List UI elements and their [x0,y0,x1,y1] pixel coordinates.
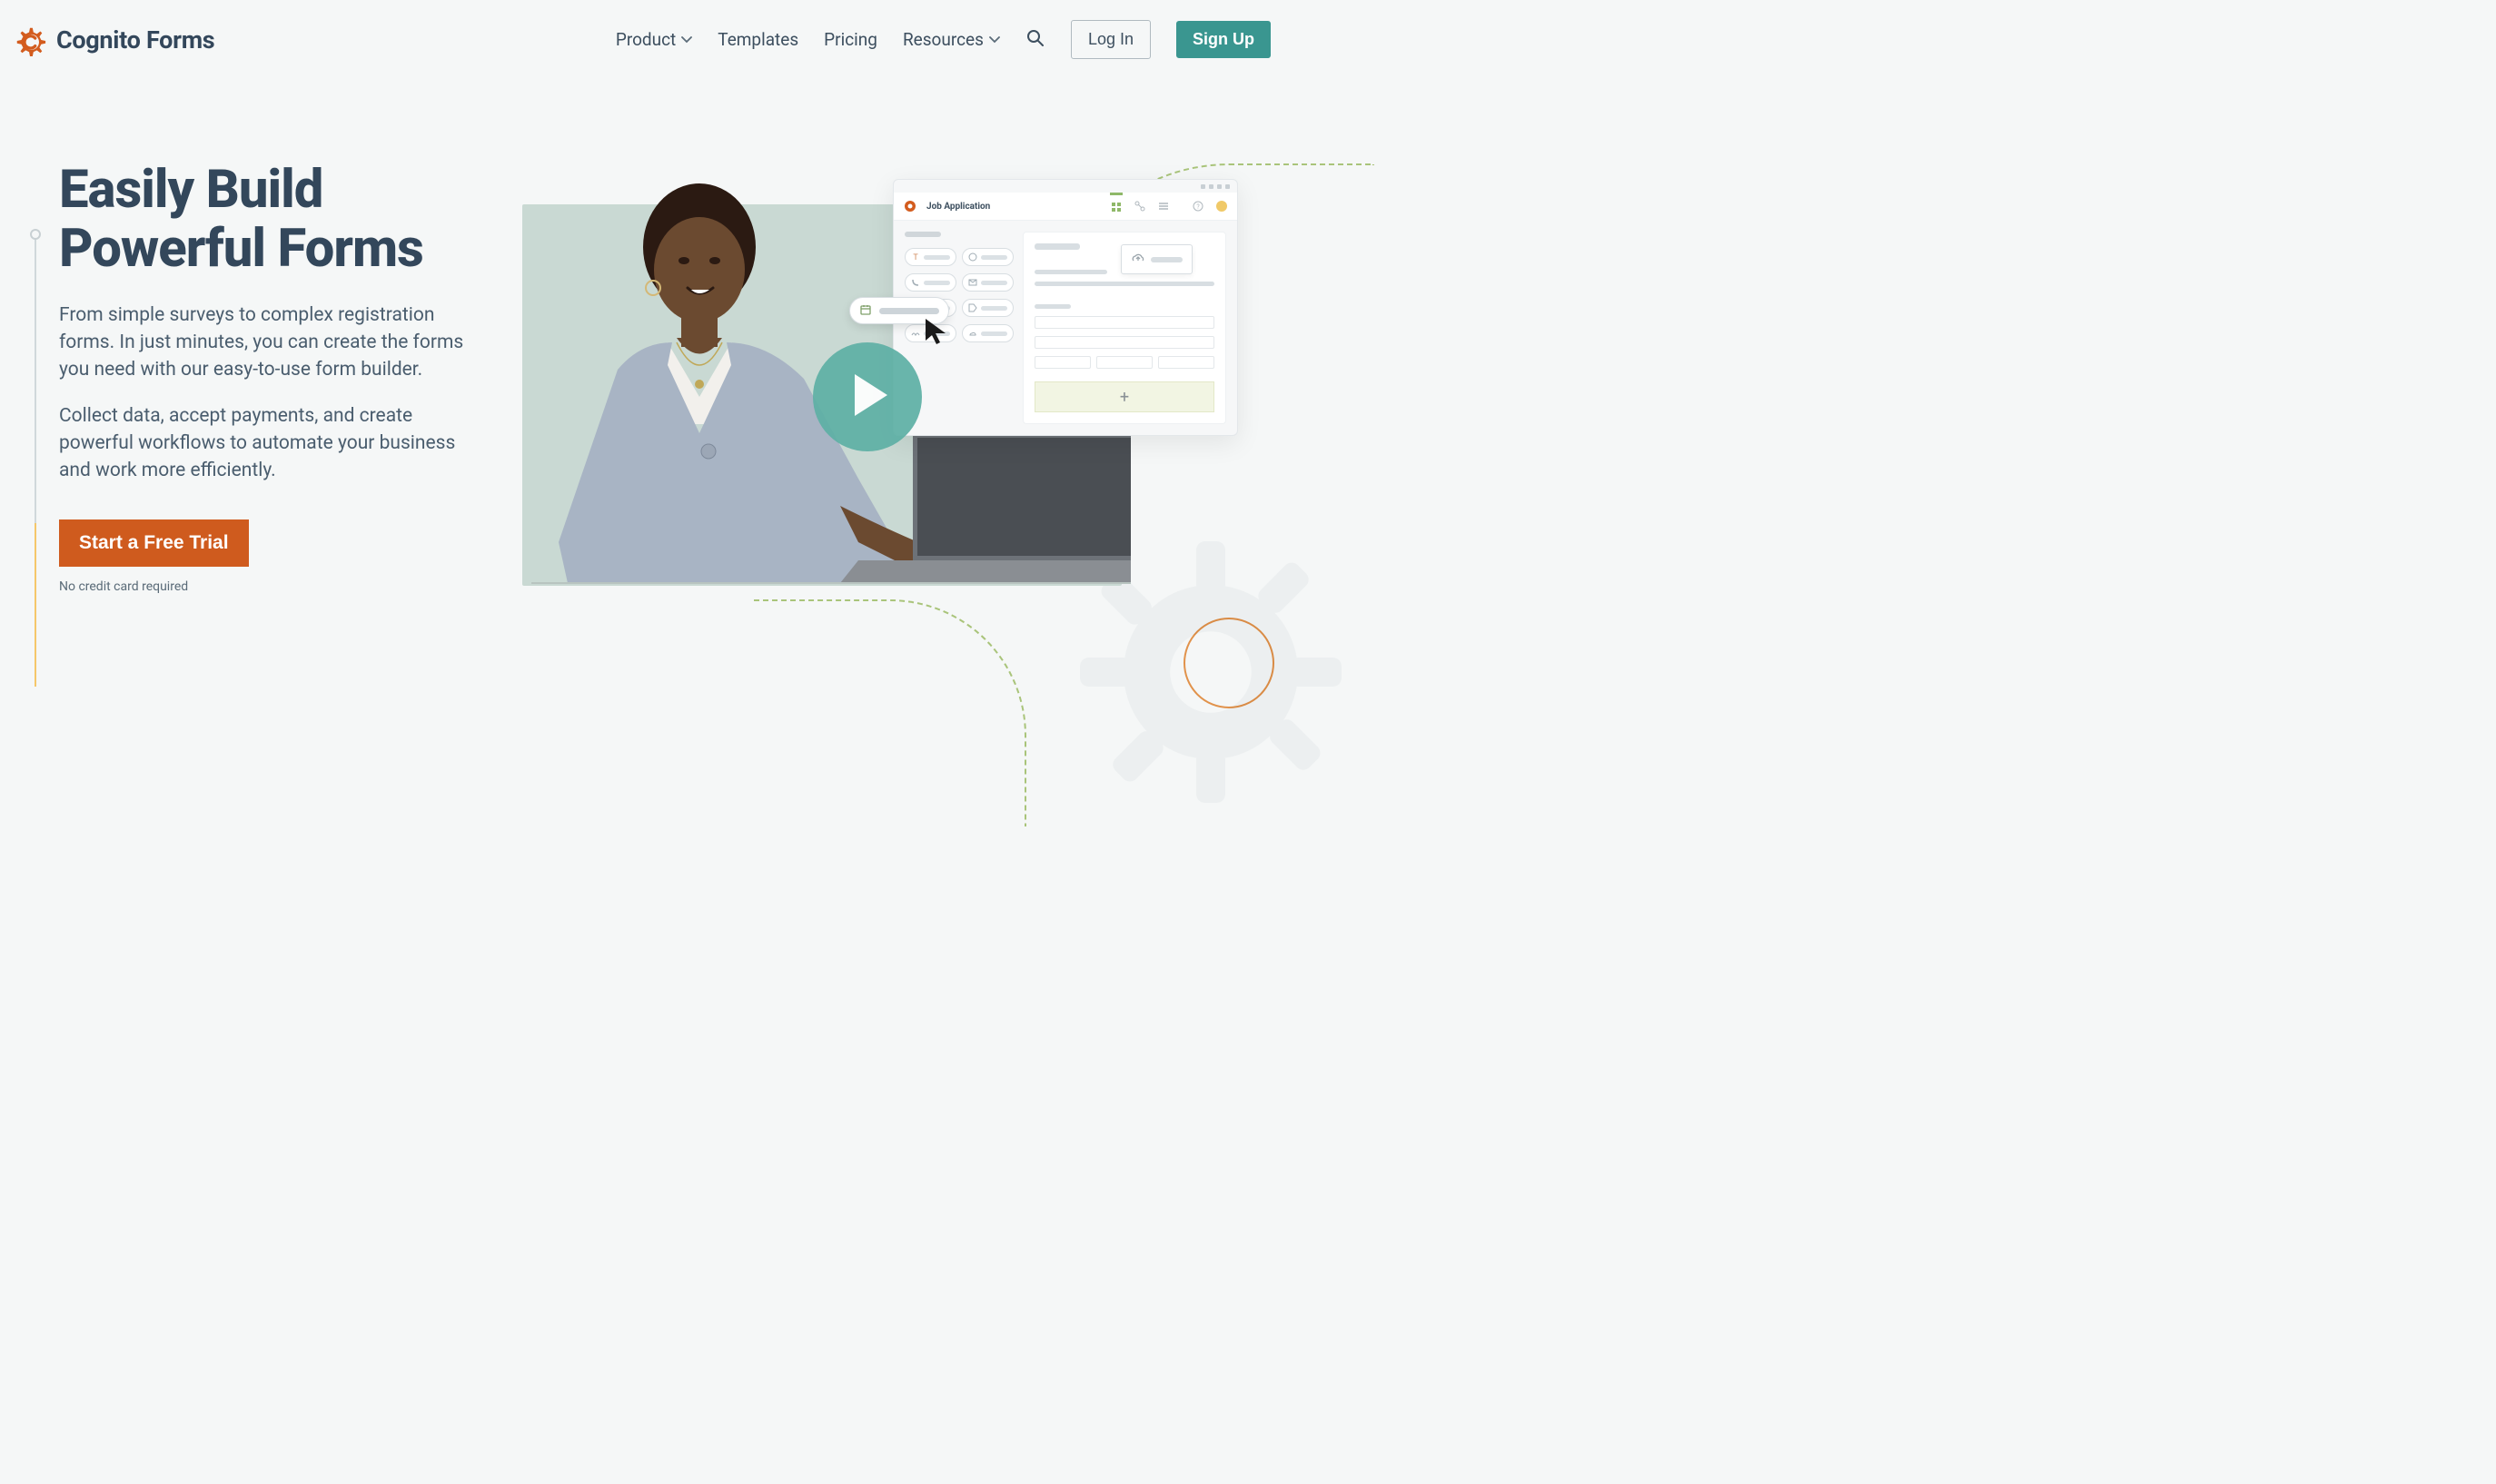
login-button[interactable]: Log In [1071,20,1151,59]
search-button[interactable] [1025,30,1045,50]
canvas-input-placeholder [1035,316,1214,329]
nav-resources[interactable]: Resources [903,29,1000,50]
hero-paragraph-1: From simple surveys to complex registrat… [59,302,486,383]
hero-title-line1: Easily Build [59,159,322,221]
phone-field-pill [905,273,956,292]
decorative-circle [1184,618,1274,708]
workflow-icon [1134,200,1146,213]
brand-name: Cognito Forms [56,25,214,54]
window-control-icon [1201,184,1205,189]
search-icon [1026,29,1045,51]
canvas-placeholder-label [1035,304,1071,309]
hero-title-line2: Powerful Forms [59,218,423,280]
cloud-icon [968,329,977,338]
canvas-input-placeholder [1096,356,1153,369]
emoji-field-pill [962,248,1014,266]
canvas-input-placeholder [1158,356,1214,369]
nav-resources-label: Resources [903,29,984,50]
cloud-upload-icon [1131,251,1145,268]
start-trial-button[interactable]: Start a Free Trial [59,519,249,567]
window-control-icon [1225,184,1230,189]
hero-section: Easily Build Powerful Forms From simple … [0,79,1283,597]
gear-icon [903,199,917,213]
canvas-placeholder-line [1035,282,1214,286]
nav-templates-label: Templates [718,29,798,50]
cursor-icon [922,315,955,348]
tag-icon [968,303,977,312]
tag-field-pill [962,299,1014,317]
hero-title: Easily Build Powerful Forms [59,161,486,279]
canvas-placeholder-line [1035,243,1080,250]
nav-templates[interactable]: Templates [718,29,798,50]
decorative-dashed-arc [754,599,1026,826]
mockup-form-title: Job Application [926,202,1101,212]
canvas-placeholder-line [1035,270,1107,274]
mail-icon [968,278,977,287]
hero-content: Easily Build Powerful Forms From simple … [59,161,486,597]
nav-product-label: Product [616,29,676,50]
phone-icon [911,278,920,287]
signup-button[interactable]: Sign Up [1176,21,1271,58]
pill-placeholder-line [879,308,939,314]
upload-placeholder-line [1151,257,1183,262]
window-control-icon [1209,184,1213,189]
canvas-input-placeholder [1035,336,1214,349]
trial-note: No credit card required [59,579,486,594]
face-icon [968,252,977,262]
main-nav: Product Templates Pricing Resources Log … [616,20,1271,59]
window-control-icon [1217,184,1222,189]
entries-icon [1157,200,1170,213]
text-field-pill: T [905,248,956,266]
calendar-icon [859,302,872,320]
upload-card [1121,244,1193,274]
palette-heading [905,232,941,237]
chevron-down-icon [681,35,692,45]
mockup-toolbar: Job Application ? [894,193,1237,221]
avatar-icon [1215,200,1228,213]
build-tab-icon [1110,193,1123,214]
mockup-window-controls [894,180,1237,193]
chevron-down-icon [989,35,1000,45]
add-field-button: + [1035,381,1214,412]
signature-icon [911,329,920,338]
svg-text:?: ? [1196,203,1200,211]
help-icon: ? [1192,200,1204,213]
play-video-button[interactable] [813,342,922,451]
play-icon [844,372,891,421]
canvas-input-placeholder [1035,356,1091,369]
nav-pricing[interactable]: Pricing [824,29,877,50]
text-icon: T [911,252,920,262]
svg-text:T: T [913,253,918,262]
hero-visual: Job Application ? [522,161,1229,597]
upload-field-pill [962,324,1014,342]
nav-pricing-label: Pricing [824,29,877,50]
site-header: Cognito Forms Product Templates Pricing … [0,0,1283,79]
nav-product[interactable]: Product [616,29,692,50]
email-field-pill [962,273,1014,292]
brand-logo[interactable]: Cognito Forms [13,23,214,57]
hero-paragraph-2: Collect data, accept payments, and creat… [59,403,486,484]
gear-icon [13,23,47,57]
